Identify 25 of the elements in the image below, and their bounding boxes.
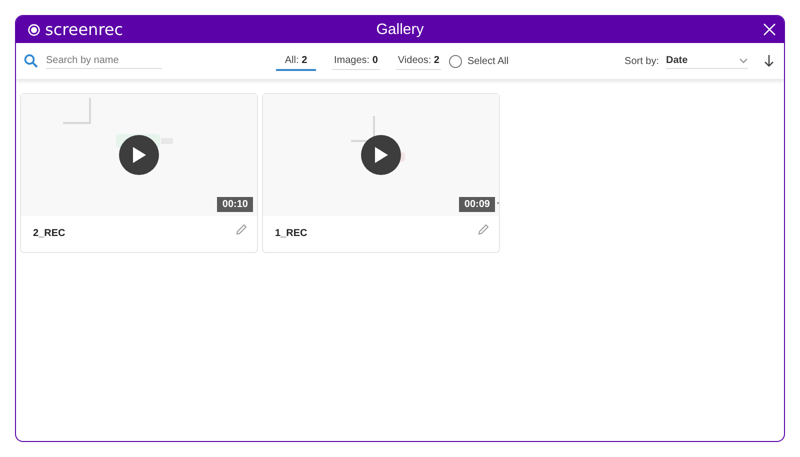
video-card[interactable]: 00:09 1_REC <box>262 93 500 253</box>
radio-button[interactable] <box>449 54 462 68</box>
video-card[interactable]: 00:10 2_REC <box>20 93 258 253</box>
video-name: 1_REC <box>275 228 308 238</box>
sort-label: Sort by: <box>624 56 659 66</box>
filter-tab[interactable]: Videos: 2 <box>396 52 442 70</box>
duration-label: 00:09 <box>459 197 495 212</box>
chevron-icon <box>739 58 748 64</box>
filter-tab[interactable]: Images: 0 <box>332 52 380 70</box>
search-icon <box>24 54 38 68</box>
search-field[interactable]: Search by name <box>46 53 162 69</box>
sort-direction-icon[interactable] <box>764 55 774 67</box>
sort-dropdown[interactable]: Date <box>666 53 748 69</box>
filter-tab[interactable]: All: 2 <box>276 52 316 70</box>
edit-icon[interactable] <box>478 224 489 234</box>
edit-icon[interactable] <box>236 224 247 234</box>
close-button[interactable] <box>763 23 776 36</box>
select-all-option[interactable]: Select All <box>449 54 509 68</box>
record-icon <box>28 24 40 36</box>
window-title: Gallery <box>376 21 424 38</box>
video-name: 2_REC <box>33 228 66 238</box>
duration-label: 00:10 <box>217 197 253 212</box>
app-logo: screenrec <box>45 20 124 39</box>
play-icon <box>132 147 146 163</box>
play-icon <box>374 147 388 163</box>
